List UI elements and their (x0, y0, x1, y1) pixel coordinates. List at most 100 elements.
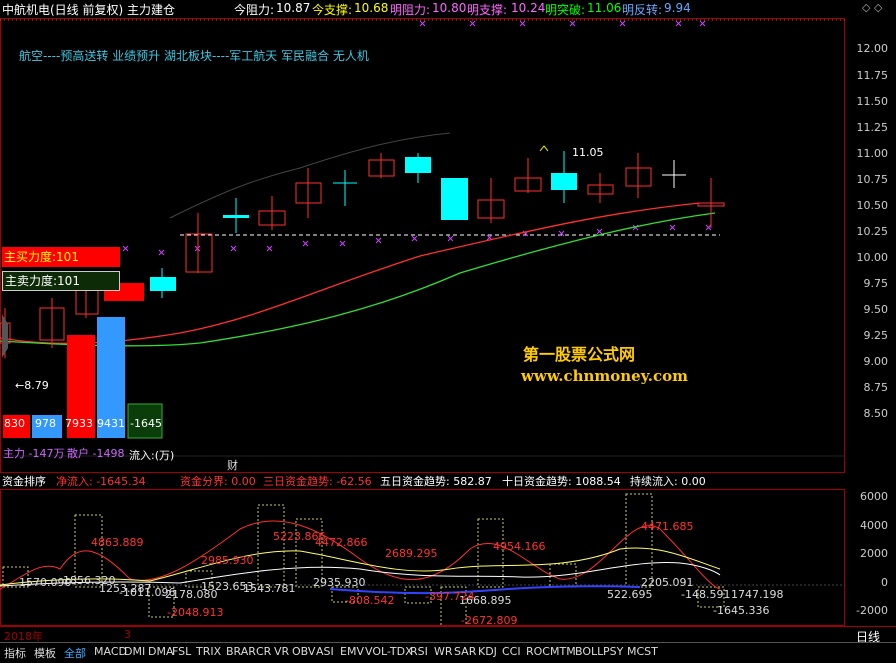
tmr-break-value: 11.06 (587, 1, 622, 15)
price-tick: 11.25 (856, 121, 889, 134)
tab-brar[interactable]: BRAR (224, 645, 258, 658)
tab-trix[interactable]: TRIX (194, 645, 223, 658)
price-tick: 10.00 (856, 251, 889, 264)
sub-tick: -2000 (856, 604, 888, 617)
sub-chart-panel[interactable]: 1570.090 1856.320 1253.287 -1011.096 -20… (0, 489, 845, 627)
sub-label: 522.695 (607, 588, 653, 601)
bar-val-1: 830 (4, 417, 25, 430)
bar-val-2: 978 (35, 417, 56, 430)
sub-inflow: 净流入: -1645.34 (56, 475, 146, 488)
tmr-resist-value: 10.80 (432, 1, 467, 15)
today-resist-value: 10.87 (276, 1, 311, 15)
sub-label: 2985.930 (201, 554, 254, 567)
tab-template[interactable]: 模板 (32, 645, 58, 661)
sub-label: 4471.685 (641, 520, 694, 533)
watermark-url: www.chnmoney.com (521, 367, 688, 385)
tab-indicator[interactable]: 指标 (2, 645, 28, 661)
tmr-resist-label: 明阻力: (390, 3, 431, 17)
sub-label: -148.591 (681, 588, 731, 601)
sub-label: -1645.336 (713, 604, 770, 617)
date-axis: 2018年 3 日线 (0, 626, 896, 644)
chart-header: 中航机电(日线 前复权) 主力建仓 今阻力: 10.87 今支撑: 10.68 … (0, 0, 896, 18)
sub-trend3: 三日资金趋势: -62.56 (263, 475, 372, 488)
main-chart-svg (0, 19, 845, 457)
sub-label: 1747.198 (731, 588, 784, 601)
tmr-reverse-value: 9.94 (664, 1, 691, 15)
sub-trend10: 十日资金趋势: 1088.54 (502, 475, 621, 488)
tab-asi[interactable]: ASI (314, 645, 336, 658)
tab-all[interactable]: 全部 (62, 645, 88, 661)
main-flow: 主力 -147万 (3, 447, 65, 460)
sub-label: 1543.781 (243, 582, 296, 595)
sub-tick: 0 (881, 576, 888, 589)
sub-header: 资金排序 净流入: -1645.34 资金分界: 0.00 三日资金趋势: -6… (0, 473, 845, 489)
price-tick: 11.75 (856, 69, 889, 82)
price-tick: 10.75 (856, 173, 889, 186)
price-tick: 9.50 (863, 303, 889, 316)
low-value: 8.79 (24, 379, 49, 392)
sub-line-blue (329, 585, 641, 595)
tmr-support-label: 明支撑: (467, 3, 508, 17)
header-diamond-icons[interactable]: ◇ ◇ (862, 1, 882, 14)
price-tick: 9.00 (863, 355, 889, 368)
price-tick: 12.00 (856, 42, 889, 55)
sub-label: 2689.295 (385, 547, 438, 560)
tab-cci[interactable]: CCI (500, 645, 523, 658)
sub-title[interactable]: 资金排序 (2, 473, 46, 489)
price-tick: 8.50 (863, 407, 889, 420)
price-tick: 8.75 (863, 381, 889, 394)
sub-tick: 4000 (860, 519, 888, 532)
tab-sar[interactable]: SAR (452, 645, 478, 658)
sub-label: 4472.866 (315, 536, 368, 549)
sub-axis: 6000 4000 2000 0 -2000 (846, 489, 896, 626)
date-month: 3 (124, 628, 131, 641)
stock-title[interactable]: 中航机电(日线 前复权) 主力建仓 (2, 1, 175, 18)
cai-mark[interactable]: 财 (227, 457, 238, 473)
low-annotation: ←8.79 (15, 379, 49, 392)
sub-label: 2935.930 (313, 576, 366, 589)
tmr-support-value: 10.24 (511, 1, 546, 15)
sub-label: -808.542 (345, 594, 395, 607)
sub-label: 4954.166 (493, 540, 546, 553)
bar-val-5: -1645 (130, 417, 162, 430)
tab-cr[interactable]: CR (254, 645, 273, 658)
today-resist-label: 今阻力: (234, 3, 275, 17)
watermark-name: 第一股票公式网 (523, 345, 636, 364)
sub-tick: 2000 (860, 547, 888, 560)
price-tick: 10.25 (856, 225, 889, 238)
bar-val-3: 7933 (65, 417, 93, 430)
high-annotation: 11.05 (572, 146, 604, 159)
sub-label: -2048.913 (167, 606, 224, 619)
price-tick: 11.50 (856, 95, 889, 108)
sub-tick: 6000 (860, 490, 888, 503)
tab-fsl[interactable]: FSL (170, 645, 193, 658)
today-support-label: 今支撑: (312, 3, 353, 17)
sub-trend5: 五日资金趋势: 582.87 (380, 475, 492, 488)
ma-dark (169, 132, 451, 219)
tmr-break-label: 明突破: (545, 3, 586, 17)
price-tick: 10.50 (856, 199, 889, 212)
tab-vol-tdx[interactable]: VOL-TDX (363, 645, 415, 658)
sell-force-box: 主卖力度:101 (2, 271, 120, 291)
sub-cont: 持续流入: 0.00 (630, 475, 706, 488)
price-tick: 11.00 (856, 147, 889, 160)
concept-text: 航空----预高送转 业绩预升 湖北板块----军工航天 军民融合 无人机 (19, 49, 369, 63)
sub-label: -397.724 (425, 590, 475, 603)
retail-flow: 散户 -1498 (67, 447, 125, 460)
tab-rsi[interactable]: RSI (408, 645, 430, 658)
tmr-reverse-label: 明反转: (622, 3, 663, 17)
tab-kdj[interactable]: KDJ (476, 645, 499, 658)
sub-label: 4863.889 (91, 536, 144, 549)
price-tick: 9.75 (863, 277, 889, 290)
indicator-tab-bar: 指标 模板 全部 MACD DMI DMA FSL TRIX BRAR CR V… (0, 642, 896, 663)
tab-dmi[interactable]: DMI (122, 645, 147, 658)
tab-emv[interactable]: EMV (338, 645, 366, 658)
tab-psy[interactable]: PSY (601, 645, 625, 658)
tab-mcst[interactable]: MCST (625, 645, 660, 658)
price-tick: 9.25 (863, 329, 889, 342)
flow-unit: 流入:(万) (129, 449, 175, 462)
main-chart-panel[interactable]: 航空----预高送转 业绩预升 湖北板块----军工航天 军民融合 无人机 主买… (0, 18, 845, 473)
bar-val-4: 9431 (97, 417, 125, 430)
sub-divide: 资金分界: 0.00 (180, 475, 256, 488)
tab-vr[interactable]: VR (272, 645, 291, 658)
